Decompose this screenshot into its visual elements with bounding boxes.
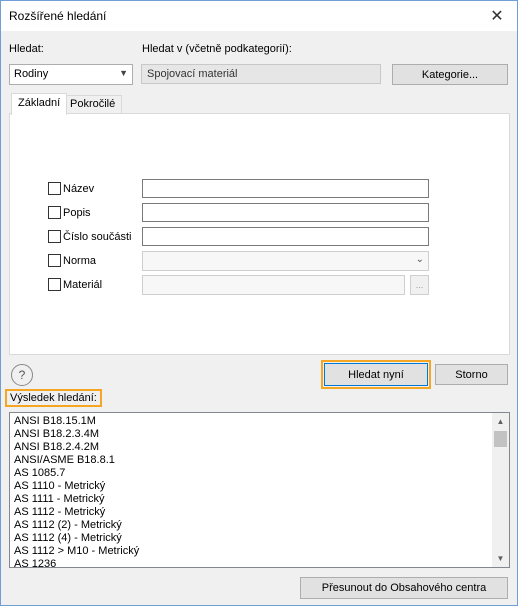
list-item[interactable]: AS 1112 > M10 - Metrický: [14, 545, 509, 558]
search-type-label: Hledat:: [9, 43, 44, 55]
search-in-value-box: Spojovací materiál: [141, 64, 381, 84]
tab-advanced-label: Pokročilé: [70, 98, 116, 110]
move-to-content-center-button[interactable]: Přesunout do Obsahového centra: [300, 577, 508, 599]
standard-select[interactable]: ⌄: [142, 251, 429, 271]
list-item[interactable]: ANSI B18.2.4.2M: [14, 441, 509, 454]
cancel-button[interactable]: Storno: [435, 364, 508, 385]
name-label: Název: [63, 183, 95, 195]
tab-panel-basic: Název Popis Číslo součásti Norma ⌄ Mater…: [9, 113, 510, 355]
list-item[interactable]: AS 1112 - Metrický: [14, 506, 509, 519]
chevron-down-icon: ▼: [119, 68, 128, 78]
list-item[interactable]: AS 1111 - Metrický: [14, 493, 509, 506]
part-number-field[interactable]: [142, 227, 429, 246]
material-checkbox[interactable]: [48, 278, 61, 291]
scroll-up-icon[interactable]: ▲: [492, 413, 509, 430]
part-number-checkbox[interactable]: [48, 230, 61, 243]
list-item[interactable]: AS 1085.7: [14, 467, 509, 480]
list-item[interactable]: AS 1236: [14, 558, 509, 567]
advanced-search-dialog: Rozšířené hledání ✕ Hledat: Rodiny ▼ Hle…: [0, 0, 518, 606]
standard-label: Norma: [63, 255, 97, 267]
description-label: Popis: [63, 207, 91, 219]
results-label: Výsledek hledání:: [5, 389, 102, 407]
chevron-down-icon: ⌄: [415, 254, 424, 265]
list-item[interactable]: AS 1112 (2) - Metrický: [14, 519, 509, 532]
search-in-label: Hledat v (včetně podkategorií):: [142, 43, 292, 55]
results-list[interactable]: ANSI B18.15.1M ANSI B18.2.3.4M ANSI B18.…: [9, 412, 510, 568]
search-type-value: Rodiny: [14, 68, 49, 80]
list-item[interactable]: ANSI/ASME B18.8.1: [14, 454, 509, 467]
part-number-label: Číslo součásti: [63, 231, 132, 243]
category-button[interactable]: Kategorie...: [392, 64, 508, 85]
results-scrollbar[interactable]: ▲ ▼: [492, 413, 509, 567]
material-label: Materiál: [63, 279, 103, 291]
list-item[interactable]: AS 1110 - Metrický: [14, 480, 509, 493]
search-type-select[interactable]: Rodiny ▼: [9, 64, 133, 85]
results-items: ANSI B18.15.1M ANSI B18.2.3.4M ANSI B18.…: [10, 413, 509, 567]
close-icon[interactable]: ✕: [483, 3, 511, 29]
dialog-title: Rozšířené hledání: [9, 9, 107, 23]
material-browse-button[interactable]: ...: [410, 275, 429, 295]
tab-basic[interactable]: Základní: [11, 93, 68, 115]
scroll-thumb[interactable]: [494, 431, 507, 447]
name-field[interactable]: [142, 179, 429, 198]
tab-basic-label: Základní: [18, 97, 61, 109]
help-icon[interactable]: ?: [11, 364, 33, 386]
scroll-down-icon[interactable]: ▼: [492, 550, 509, 567]
list-item[interactable]: ANSI B18.2.3.4M: [14, 428, 509, 441]
standard-checkbox[interactable]: [48, 254, 61, 267]
search-now-button[interactable]: Hledat nyní: [321, 360, 431, 389]
description-checkbox[interactable]: [48, 206, 61, 219]
search-in-value: Spojovací materiál: [147, 68, 238, 80]
list-item[interactable]: AS 1112 (4) - Metrický: [14, 532, 509, 545]
title-bar: Rozšířené hledání ✕: [1, 1, 517, 31]
description-field[interactable]: [142, 203, 429, 222]
material-field[interactable]: [142, 275, 405, 295]
list-item[interactable]: ANSI B18.15.1M: [14, 415, 509, 428]
name-checkbox[interactable]: [48, 182, 61, 195]
tab-advanced[interactable]: Pokročilé: [63, 95, 123, 114]
